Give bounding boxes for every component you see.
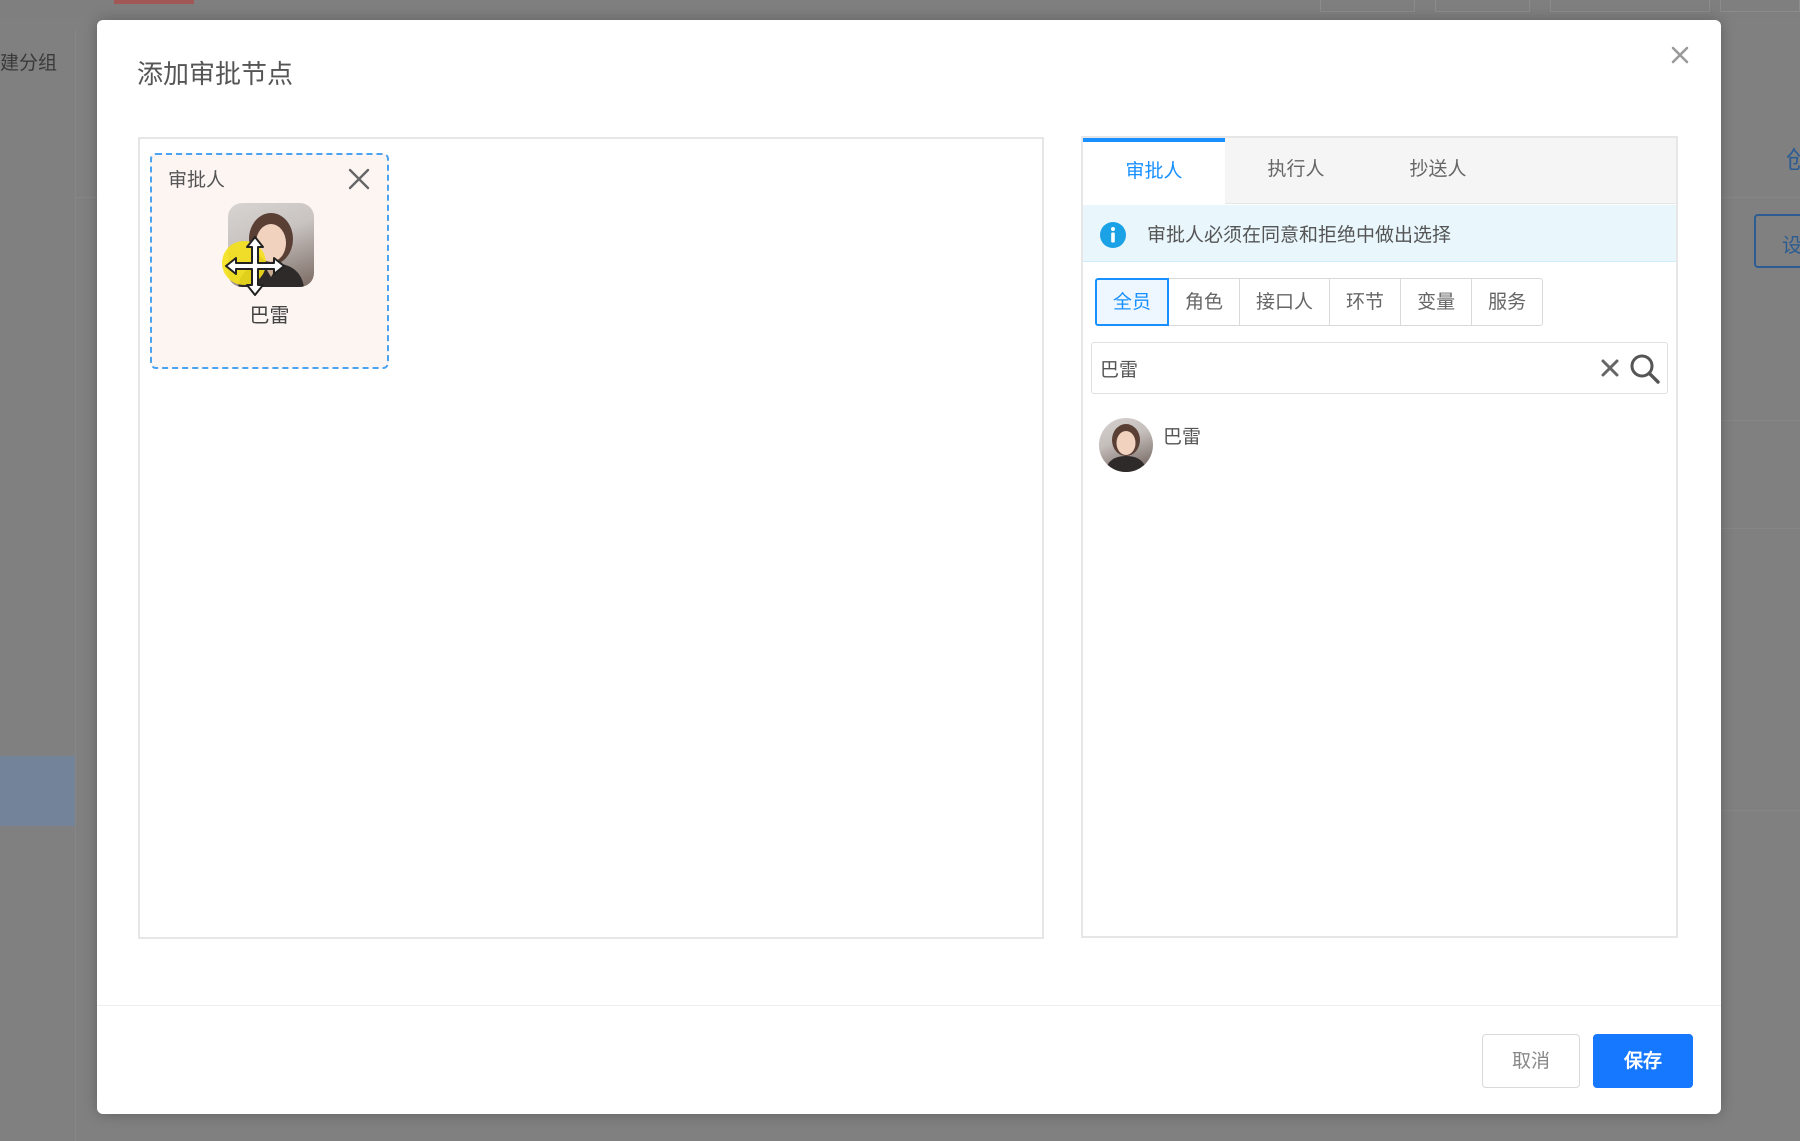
background-divider bbox=[1721, 528, 1800, 529]
dialog-close-button[interactable] bbox=[1665, 40, 1695, 70]
close-icon bbox=[1671, 46, 1689, 64]
filter-segment-group: 全员 角色 接口人 环节 变量 服务 bbox=[1095, 278, 1544, 326]
filter-service[interactable]: 服务 bbox=[1471, 278, 1544, 326]
background-tab-indicator bbox=[114, 0, 194, 4]
assignee-picker: 审批人 执行人 抄送人 审批人必须在同意和拒绝中做出选择 全员 角色 接口人 环… bbox=[1081, 136, 1678, 938]
background-sidebar bbox=[0, 30, 76, 1141]
background-topbar bbox=[0, 0, 1800, 18]
move-cursor-icon bbox=[222, 236, 285, 296]
search-icon[interactable] bbox=[1629, 353, 1661, 385]
node-remove-button[interactable] bbox=[345, 165, 373, 193]
add-approval-node-dialog: 添加审批节点 审批人 巴雷 审批人 执行人 抄送人 审批人必须在同意和拒绝中做出… bbox=[97, 20, 1721, 1114]
search-box bbox=[1091, 342, 1668, 394]
filter-variable[interactable]: 变量 bbox=[1400, 278, 1473, 326]
background-divider bbox=[1721, 810, 1800, 811]
picker-tab-bar: 审批人 执行人 抄送人 bbox=[1083, 138, 1676, 204]
save-button[interactable]: 保存 bbox=[1593, 1034, 1693, 1088]
filter-role[interactable]: 角色 bbox=[1168, 278, 1241, 326]
avatar bbox=[1099, 418, 1153, 472]
search-input[interactable] bbox=[1100, 351, 1570, 385]
approver-node-card[interactable]: 审批人 巴雷 bbox=[150, 153, 389, 369]
node-approver-name: 巴雷 bbox=[249, 303, 290, 327]
background-top-button bbox=[1320, 0, 1415, 12]
background-top-button bbox=[1720, 0, 1800, 12]
filter-interface-person[interactable]: 接口人 bbox=[1239, 278, 1331, 326]
background-sidebar-active-item bbox=[0, 756, 75, 826]
clear-icon[interactable] bbox=[1599, 357, 1621, 379]
node-canvas[interactable]: 审批人 巴雷 bbox=[138, 137, 1044, 939]
filter-step[interactable]: 环节 bbox=[1329, 278, 1402, 326]
background-divider bbox=[1721, 420, 1800, 421]
tab-executor[interactable]: 执行人 bbox=[1225, 138, 1367, 204]
background-sidebar-label: 建分组 bbox=[0, 52, 58, 74]
search-result-name: 巴雷 bbox=[1163, 426, 1202, 448]
cancel-button[interactable]: 取消 bbox=[1482, 1034, 1580, 1088]
background-top-button bbox=[1435, 0, 1530, 12]
background-right-button-label: 设 bbox=[1782, 233, 1800, 257]
tab-cc[interactable]: 抄送人 bbox=[1367, 138, 1509, 204]
background-divider bbox=[76, 197, 98, 198]
search-result-item[interactable]: 巴雷 bbox=[1099, 418, 1659, 480]
info-icon bbox=[1100, 222, 1126, 248]
background-top-button bbox=[1550, 0, 1710, 12]
filter-all[interactable]: 全员 bbox=[1095, 278, 1170, 326]
background-right-label: 创 bbox=[1786, 146, 1800, 174]
close-icon bbox=[348, 168, 370, 190]
footer-divider bbox=[97, 1005, 1721, 1006]
dialog-title: 添加审批节点 bbox=[137, 60, 294, 90]
person-photo-icon bbox=[1105, 424, 1147, 472]
node-card-label: 审批人 bbox=[168, 169, 226, 191]
tab-approver[interactable]: 审批人 bbox=[1083, 138, 1225, 204]
background-right-button: 设 bbox=[1754, 214, 1800, 268]
info-alert: 审批人必须在同意和拒绝中做出选择 bbox=[1083, 205, 1676, 262]
background-divider bbox=[1721, 197, 1800, 198]
info-alert-text: 审批人必须在同意和拒绝中做出选择 bbox=[1147, 224, 1452, 246]
